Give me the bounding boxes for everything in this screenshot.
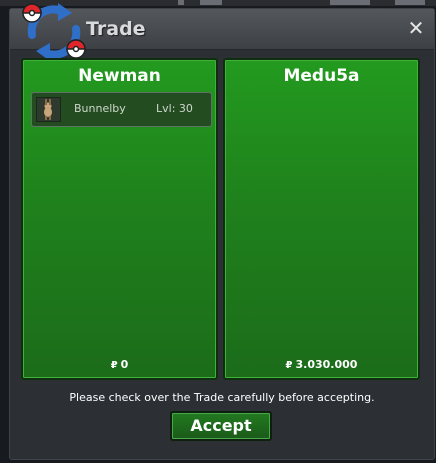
trade-notice: Please check over the Trade carefully be… <box>69 391 375 404</box>
money-offer: ₽0 <box>23 358 216 371</box>
trade-item-slot[interactable]: Bunnelby Lvl: 30 <box>31 92 212 127</box>
partner-offer-panel: Medu5a ₽3.030.000 <box>223 58 420 380</box>
accept-button[interactable]: Accept <box>170 411 272 441</box>
money-offer: ₽3.030.000 <box>225 358 418 371</box>
trade-logo-icon <box>22 3 86 61</box>
item-name: Bunnelby <box>74 102 126 115</box>
bunnelby-sprite-icon <box>36 97 61 122</box>
pokedollar-icon: ₽ <box>285 360 293 371</box>
my-offer-panel[interactable]: Newman Bunnelby Lvl: 30 ₽0 <box>21 58 218 380</box>
background-detail <box>178 0 184 5</box>
background-detail <box>395 0 425 5</box>
item-level: Lvl: 30 <box>156 102 193 115</box>
money-value: 3.030.000 <box>295 358 358 371</box>
background-detail <box>330 0 370 5</box>
window-title: Trade <box>86 18 146 40</box>
partner-name: Medu5a <box>283 66 360 86</box>
background-detail <box>200 0 222 5</box>
pokedollar-icon: ₽ <box>110 360 118 371</box>
player-name: Newman <box>78 66 161 86</box>
trade-window: Trade ✕ Newman Bunnelby Lvl: 30 ₽ 0 Medu… <box>9 3 435 460</box>
money-value: 0 <box>120 358 129 371</box>
close-icon[interactable]: ✕ <box>406 18 426 38</box>
